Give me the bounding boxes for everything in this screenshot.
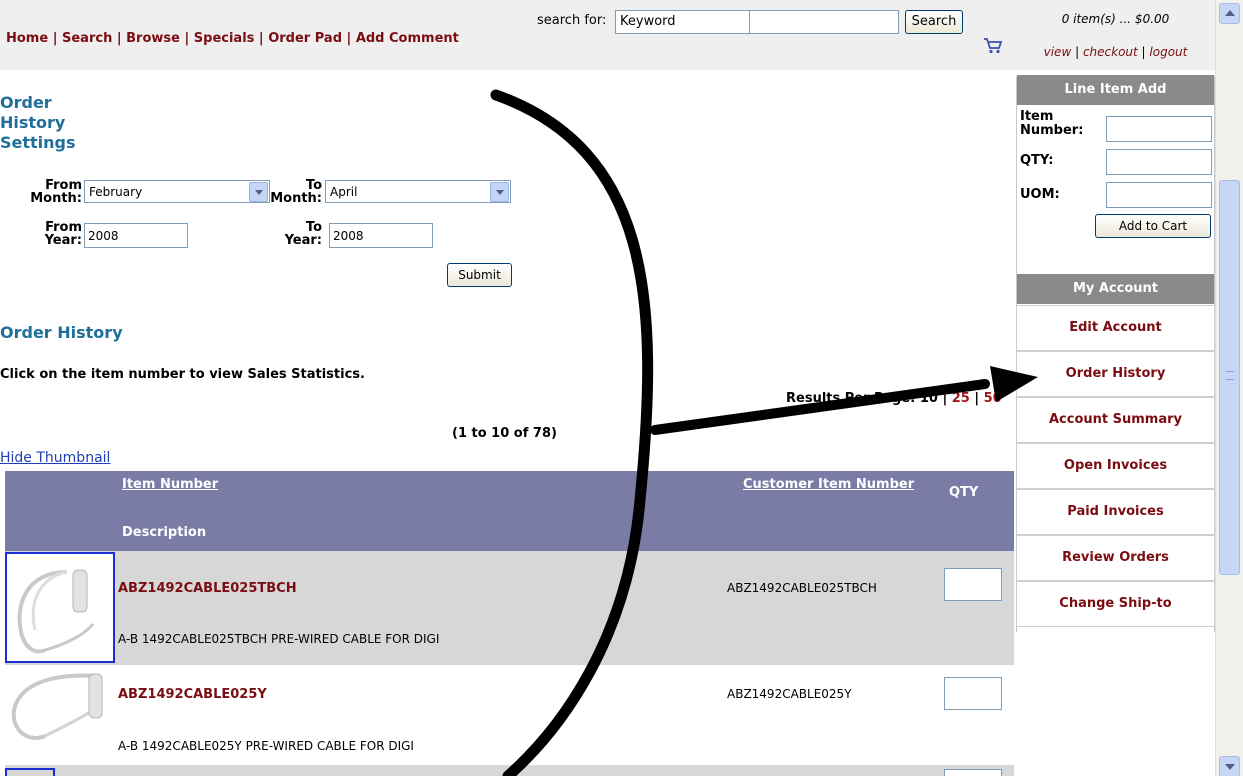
account-link-review-orders[interactable]: Review Orders [1016,535,1215,581]
cable-image [17,569,95,654]
from-year-input[interactable]: 2008 [84,223,188,248]
vertical-scrollbar[interactable] [1215,0,1243,776]
item-number-link[interactable]: ABZ1492CABLE025TBCH [118,581,297,596]
nav-browse[interactable]: Browse [126,31,180,46]
nav-search[interactable]: Search [62,31,112,46]
product-thumbnail[interactable] [5,768,55,776]
product-thumbnail[interactable] [5,666,115,764]
item-description: A-B 1492CABLE025Y PRE-WIRED CABLE FOR DI… [118,739,414,753]
page-range: (1 to 10 of 78) [452,426,557,441]
from-year-label: From Year: [44,220,82,248]
line-item-qty-input[interactable] [1106,149,1212,175]
account-link-account-summary[interactable]: Account Summary [1016,397,1215,443]
search-button[interactable]: Search [905,10,963,34]
results-option-25[interactable]: 25 [952,391,970,406]
order-history-heading: Order History [0,323,123,342]
scroll-up-icon[interactable] [1219,3,1240,24]
qty-label: QTY: [1020,153,1054,168]
cart-checkout-link[interactable]: checkout [1083,45,1138,59]
line-item-uom-input[interactable] [1106,182,1212,208]
dropdown-arrow-icon[interactable] [490,182,509,202]
nav-separator: | [179,31,194,46]
qty-input[interactable] [944,677,1002,710]
table-row: ABZ1492CABLE025TBCH ABZ1492CABLE025TBCH … [5,551,1014,665]
cart-links: view | checkout | logout [1043,45,1188,59]
account-link-paid-invoices[interactable]: Paid Invoices [1016,489,1215,535]
nav-home[interactable]: Home [6,31,48,46]
to-year-input[interactable]: 2008 [329,223,433,248]
product-thumbnail[interactable] [5,552,115,663]
account-link-edit-account[interactable]: Edit Account [1016,305,1215,351]
settings-title: Order History Settings [0,93,76,152]
qty-input[interactable] [944,568,1002,601]
results-per-page: Results Per Page: 10 | 25 | 50 [786,391,1002,406]
to-month-value: April [330,185,358,199]
qty-input[interactable] [944,769,1002,776]
account-link-order-history[interactable]: Order History [1016,351,1215,397]
line-item-number-input[interactable] [1106,116,1212,142]
uom-label: UOM: [1020,187,1060,202]
main-nav: Home | Search | Browse | Specials | Orde… [6,31,459,46]
column-qty: QTY [949,485,979,500]
table-row: ABZ1492CABLE025Y ABZ1492CABLE025Y A-B 14… [5,665,1014,765]
account-link-open-invoices[interactable]: Open Invoices [1016,443,1215,489]
results-option-10[interactable]: 10 [920,391,938,406]
hide-thumbnail-link[interactable]: Hide Thumbnail [0,450,110,466]
cart-summary: 0 item(s) ... $0.00 [1061,12,1170,26]
item-number-link[interactable]: ABZ1492CABLE025Y [118,687,267,702]
to-month-label: To Month: [270,178,322,206]
search-input[interactable] [749,10,899,34]
scroll-thumb[interactable] [1219,180,1240,575]
table-row-partial [5,765,1014,776]
customer-item-number: ABZ1492CABLE025TBCH [727,581,877,595]
from-month-select[interactable]: February [84,180,270,203]
customer-item-number: ABZ1492CABLE025Y [727,687,852,701]
item-description: A-B 1492CABLE025TBCH PRE-WIRED CABLE FOR… [118,632,440,646]
scroll-down-icon[interactable] [1219,756,1240,776]
nav-specials[interactable]: Specials [194,31,255,46]
cable-image [11,673,103,740]
from-month-value: February [89,185,143,199]
nav-separator: | [48,31,62,46]
cart-view-link[interactable]: view [1044,45,1072,59]
search-label: search for: [537,13,607,28]
column-item-number[interactable]: Item Number [122,477,218,492]
column-customer-item-number[interactable]: Customer Item Number [743,477,914,492]
nav-separator: | [112,31,127,46]
column-description: Description [122,525,207,540]
nav-add-comment[interactable]: Add Comment [356,31,459,46]
nav-separator: | [254,31,269,46]
account-link-change-ship-to[interactable]: Change Ship-to [1016,581,1215,627]
results-option-50[interactable]: 50 [984,391,1002,406]
submit-button[interactable]: Submit [447,263,512,287]
to-year-label: To Year: [284,220,322,248]
table-header: Item Number Description Customer Item Nu… [5,471,1014,551]
dropdown-arrow-icon[interactable] [249,182,268,202]
shopping-cart-icon[interactable] [983,37,1003,55]
results-per-page-label: Results Per Page: [786,391,916,406]
nav-order-pad[interactable]: Order Pad [268,31,342,46]
top-header: Home | Search | Browse | Specials | Orde… [0,0,1215,70]
to-month-select[interactable]: April [325,180,511,203]
add-to-cart-button[interactable]: Add to Cart [1095,214,1211,238]
nav-separator: | [342,31,356,46]
cart-logout-link[interactable]: logout [1149,45,1187,59]
item-number-label: Item Number: [1020,109,1084,138]
from-month-label: From Month: [30,178,82,206]
search-type-value: Keyword [620,14,676,29]
instruction-text: Click on the item number to view Sales S… [0,367,365,382]
